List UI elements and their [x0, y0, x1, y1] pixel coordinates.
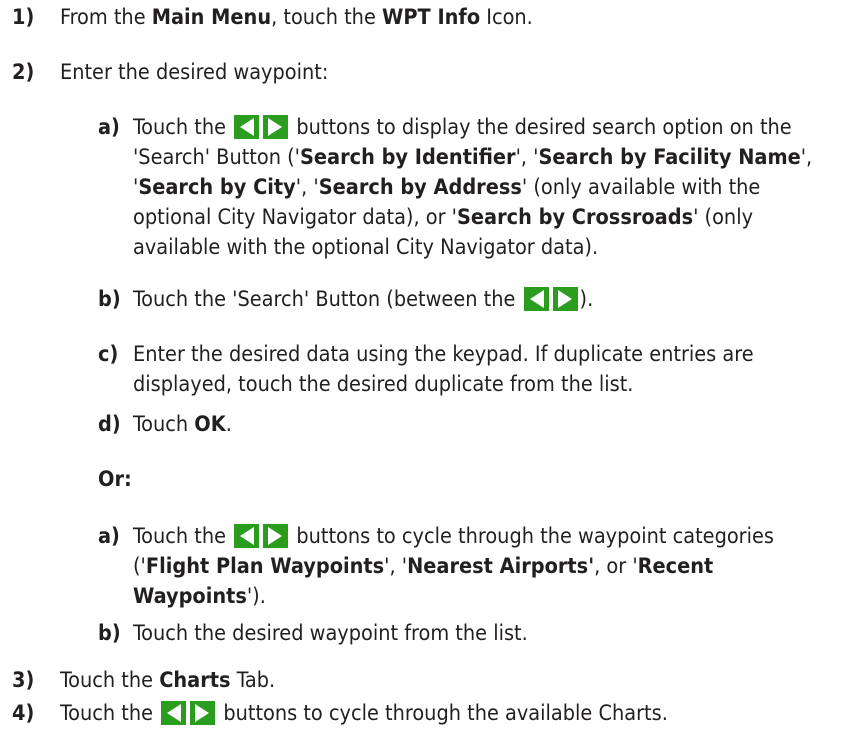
substep-letter: b): [98, 287, 121, 312]
substep-text: Touch the buttons to cycle through the w…: [133, 524, 774, 609]
step-text: From the Main Menu, touch the WPT Info I…: [60, 5, 533, 30]
substep-text: Touch OK.: [133, 412, 232, 437]
step-number: 4): [12, 701, 35, 726]
substep-letter: d): [98, 412, 121, 437]
substep-letter: b): [98, 621, 121, 646]
step-text: Touch the Charts Tab.: [60, 668, 276, 693]
step-text: Touch the buttons to cycle through the a…: [60, 701, 668, 726]
left-right-arrow-buttons-icon: [234, 524, 289, 548]
substep-letter: a): [98, 115, 120, 140]
left-right-arrow-buttons-icon: [161, 701, 216, 725]
left-right-arrow-buttons-icon: [523, 287, 578, 311]
substep-letter: c): [98, 342, 119, 367]
left-right-arrow-buttons-icon: [234, 115, 289, 139]
step-number: 3): [12, 668, 35, 693]
substep-text: Touch the 'Search' Button (between the )…: [133, 287, 594, 312]
substep-letter: a): [98, 524, 120, 549]
step-text: Enter the desired waypoint:: [60, 60, 329, 85]
step-number: 2): [12, 60, 35, 85]
substep-text: Enter the desired data using the keypad.…: [133, 342, 754, 397]
step-number: 1): [12, 5, 35, 30]
substep-text: Touch the desired waypoint from the list…: [133, 621, 528, 646]
substep-text: Touch the buttons to display the desired…: [133, 115, 813, 260]
